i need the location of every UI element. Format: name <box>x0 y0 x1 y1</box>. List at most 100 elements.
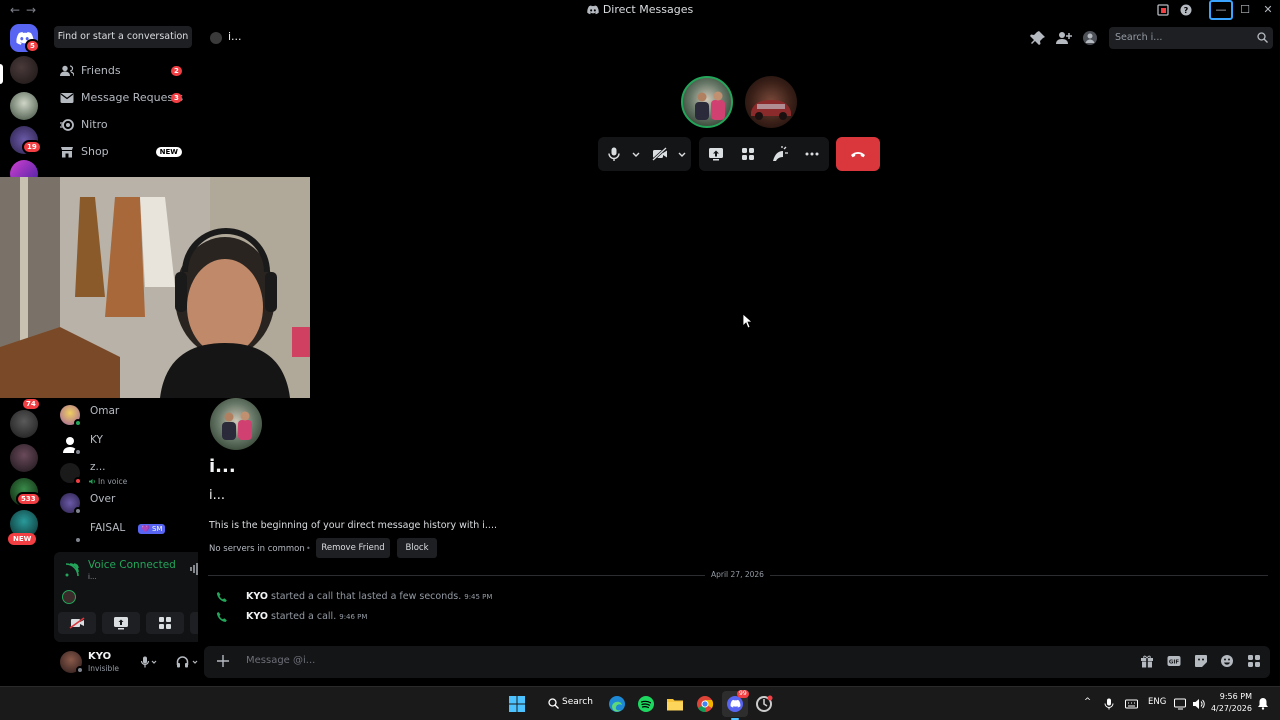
microphone-icon[interactable] <box>140 656 158 668</box>
friends-icon <box>60 65 74 77</box>
sidebar-item-label: Shop <box>81 145 109 158</box>
voice-status-title[interactable]: Voice Connected <box>88 559 176 571</box>
dm-history-intro: This is the beginning of your direct mes… <box>209 520 497 531</box>
mail-icon <box>60 92 74 104</box>
requests-count-badge: 3 <box>171 93 182 103</box>
activities-button[interactable] <box>146 612 184 634</box>
chrome-icon[interactable] <box>696 695 714 713</box>
status-online-dot <box>74 419 82 427</box>
file-explorer-icon[interactable] <box>666 695 684 713</box>
dm-name: KY <box>90 434 103 446</box>
sidebar-item-label: Message Requests <box>81 91 184 104</box>
keyboard-icon[interactable] <box>1125 698 1138 710</box>
mouse-cursor <box>743 314 753 328</box>
edge-browser-icon[interactable] <box>608 695 626 713</box>
new-badge: NEW <box>8 533 37 545</box>
signal-icon <box>64 562 80 578</box>
separator-dot: • <box>306 544 311 553</box>
discord-notification-badge: 99 <box>737 690 749 698</box>
dm-name: Omar <box>90 405 120 417</box>
add-attachment-icon[interactable] <box>216 654 230 668</box>
status-offline-dot <box>74 507 82 515</box>
sidebar-item-shop[interactable]: Shop NEW <box>54 140 192 164</box>
dm-recipient-avatar <box>210 398 262 450</box>
nitro-icon <box>60 119 74 131</box>
taskbar-clock-date[interactable]: 4/27/2026 <box>1206 704 1252 713</box>
server-badge: 533 <box>16 492 41 506</box>
app-icon[interactable] <box>755 695 773 713</box>
taskbar-search-label: Search <box>562 697 593 707</box>
home-badge: 5 <box>25 39 40 53</box>
server-icon[interactable] <box>10 444 38 472</box>
headphones-icon[interactable] <box>176 656 200 668</box>
minimize-button[interactable]: — <box>1209 0 1233 20</box>
server-badge: 74 <box>21 397 41 411</box>
input-language[interactable]: ENG <box>1148 697 1166 707</box>
dm-recipient-name: i... <box>209 456 236 477</box>
inbox-icon[interactable] <box>1152 0 1174 20</box>
block-button[interactable]: Block <box>397 538 437 558</box>
message-text: started a call that lasted a few seconds… <box>271 591 462 602</box>
gift-icon[interactable] <box>1140 654 1156 670</box>
rail-selected-pill <box>0 64 3 84</box>
sidebar-item-label: Friends <box>81 64 121 77</box>
windows-taskbar: Search 99 ^ ENG 9:56 PM 4/27/2026 <box>0 686 1280 720</box>
taskbar-clock-time[interactable]: 9:56 PM <box>1212 692 1252 701</box>
window-title-text: Direct Messages <box>602 3 694 16</box>
sidebar-item-label: Nitro <box>81 118 108 131</box>
server-icon[interactable] <box>10 410 38 438</box>
discord-title-icon <box>587 5 599 15</box>
voice-channel-name: i... <box>88 573 97 581</box>
dm-name: z... <box>90 461 106 473</box>
speaker-icon <box>89 478 96 485</box>
find-conversation-button[interactable]: Find or start a conversation <box>54 26 192 48</box>
dm-recipient-username: i... <box>209 488 226 503</box>
maximize-button[interactable]: ☐ <box>1234 0 1256 20</box>
svg-text:?: ? <box>1184 6 1189 15</box>
svg-text:GIF: GIF <box>1169 660 1180 666</box>
shop-new-badge: NEW <box>155 147 182 157</box>
call-system-message: KYO started a call that lasted a few sec… <box>216 591 716 605</box>
sidebar-item-nitro[interactable]: Nitro <box>54 113 192 137</box>
tray-overflow-icon[interactable]: ^ <box>1084 697 1091 707</box>
dm-item[interactable]: FAISAL 💜 SM <box>58 518 192 546</box>
emoji-icon[interactable] <box>1220 654 1236 670</box>
dm-item[interactable]: KY <box>58 430 192 458</box>
server-icon[interactable] <box>10 56 38 84</box>
date-divider-label: April 27, 2026 <box>705 570 770 579</box>
notification-bell-icon[interactable] <box>1257 697 1269 710</box>
network-icon[interactable] <box>1174 698 1187 710</box>
dm-sub-status: In voice <box>98 477 128 486</box>
dm-item[interactable]: z... In voice <box>58 459 192 487</box>
call-system-message: KYO started a call. 9:46 PM <box>216 611 716 625</box>
remove-friend-button[interactable]: Remove Friend <box>316 538 390 558</box>
close-button[interactable]: ✕ <box>1257 0 1279 20</box>
message-text: started a call. <box>271 611 337 622</box>
guild-tag: 💜 SM <box>138 524 166 534</box>
server-icon[interactable] <box>10 92 38 120</box>
help-icon[interactable]: ? <box>1175 0 1197 20</box>
windows-start-icon[interactable] <box>508 695 526 713</box>
tray-microphone-icon[interactable] <box>1104 698 1114 710</box>
screen-share-button[interactable] <box>102 612 140 634</box>
status-invisible-dot <box>76 666 84 674</box>
sidebar-item-friends[interactable]: Friends 2 <box>54 59 192 83</box>
dm-item[interactable]: Omar <box>58 401 192 429</box>
spotify-icon[interactable] <box>637 695 655 713</box>
apps-icon[interactable] <box>1247 654 1263 670</box>
message-author[interactable]: KYO <box>246 611 268 622</box>
camera-off-button[interactable] <box>58 612 96 634</box>
title-bar: ← → Direct Messages ? — ☐ ✕ <box>0 0 1280 20</box>
sticker-icon[interactable] <box>1194 654 1210 670</box>
message-composer[interactable]: Message @i... GIF <box>204 646 1270 678</box>
dm-item[interactable]: Over <box>58 489 192 517</box>
main-panel: i... Search i... i... i... This is the b… <box>198 20 1280 685</box>
message-author[interactable]: KYO <box>246 591 268 602</box>
server-badge: 19 <box>22 140 42 154</box>
volume-icon[interactable] <box>1192 698 1205 710</box>
taskbar-search-button[interactable]: Search <box>537 692 593 716</box>
phone-icon <box>216 611 228 623</box>
sidebar-item-message-requests[interactable]: Message Requests 3 <box>54 86 192 110</box>
gif-icon[interactable]: GIF <box>1167 654 1183 670</box>
mutual-servers-text: No servers in common <box>209 544 305 554</box>
